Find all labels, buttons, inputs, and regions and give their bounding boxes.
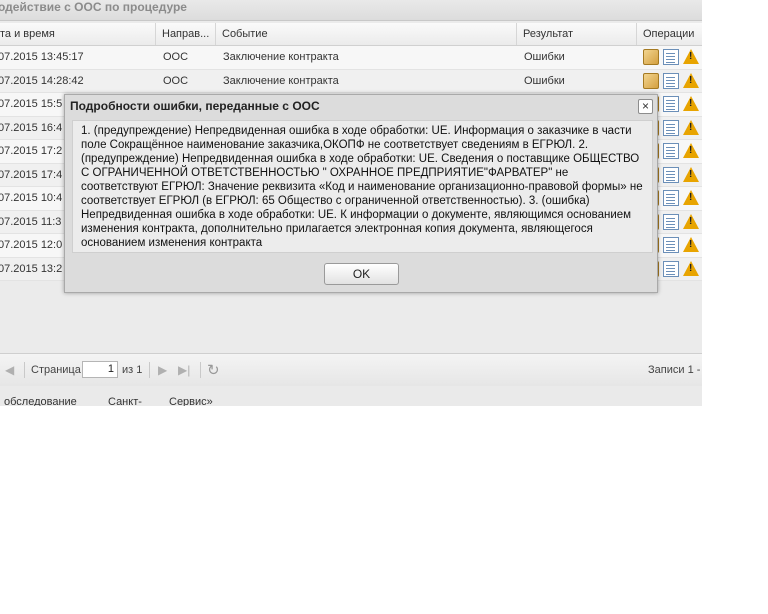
document-icon[interactable]	[663, 49, 679, 65]
refresh-icon[interactable]: ↻	[207, 361, 220, 379]
column-result[interactable]: Результат	[517, 23, 637, 45]
previous-page-icon[interactable]: ◀	[5, 363, 14, 377]
document-icon[interactable]	[663, 96, 679, 112]
cell-datetime: 07.2015 14:28:42	[0, 74, 84, 87]
warning-icon[interactable]	[683, 119, 699, 135]
column-operations[interactable]: Операции	[637, 23, 702, 45]
cell-result: Ошибки	[524, 74, 565, 87]
error-details-dialog: Подробности ошибки, переданные с ООС × 1…	[64, 94, 658, 293]
cell-datetime: 07.2015 15:5	[0, 98, 63, 110]
document-icon[interactable]	[663, 237, 679, 253]
page-label: Страница	[31, 364, 81, 376]
warning-icon[interactable]	[683, 49, 699, 64]
pager-toolbar: ◀ Страница 1 из 1 ▶ ▶| ↻ Записи 1 -	[0, 353, 702, 387]
warning-icon[interactable]	[683, 260, 699, 276]
cell-datetime: 07.2015 10:4	[0, 192, 63, 204]
table-row[interactable]: 07.2015 14:28:42 ООС Заключение контракта О…	[0, 69, 702, 93]
warning-icon[interactable]	[683, 237, 699, 252]
cell-direction: ООС	[163, 51, 189, 63]
panel-title: одействие с ООС по процедуре	[0, 0, 702, 21]
warning-icon[interactable]	[683, 166, 699, 182]
cell-event: Заключение контракта	[223, 74, 339, 87]
cell-result: Ошибки	[524, 51, 565, 63]
cell-datetime: 07.2015 16:4	[0, 121, 63, 134]
records-label: Записи 1 -	[648, 364, 701, 376]
warning-icon[interactable]	[683, 190, 699, 205]
cell-datetime: 07.2015 17:4	[0, 168, 63, 181]
fragment-text: обследование	[4, 396, 77, 406]
grid-header: та и время Направ... Событие Результат О…	[0, 23, 702, 46]
document-icon[interactable]	[663, 260, 679, 277]
pager-separator	[200, 362, 201, 378]
ok-button[interactable]: OK	[324, 263, 399, 285]
next-page-icon[interactable]: ▶	[158, 363, 167, 377]
column-event[interactable]: Событие	[216, 23, 517, 45]
row-operations	[643, 72, 702, 89]
table-row[interactable]: 07.2015 13:45:17 ООС Заключение контракта О…	[0, 46, 702, 70]
error-message: 1. (предупреждение) Непредвиденная ошибк…	[72, 120, 653, 253]
close-icon[interactable]: ×	[638, 99, 653, 114]
pager-separator	[149, 362, 150, 378]
pager-separator	[24, 362, 25, 378]
cell-direction: ООС	[163, 74, 189, 87]
document-icon[interactable]	[663, 190, 679, 206]
dialog-title: Подробности ошибки, переданные с ООС	[70, 99, 320, 113]
page-number-input[interactable]: 1	[82, 361, 118, 378]
document-icon[interactable]	[663, 213, 679, 230]
document-icon[interactable]	[663, 119, 679, 136]
column-direction[interactable]: Направ...	[156, 23, 216, 45]
row-operations	[643, 49, 702, 65]
document-icon[interactable]	[663, 72, 679, 89]
package-icon[interactable]	[643, 49, 659, 65]
document-icon[interactable]	[663, 166, 679, 183]
package-icon[interactable]	[643, 72, 659, 89]
fragment-text: Санкт-	[108, 396, 142, 406]
cell-event: Заключение контракта	[223, 51, 339, 63]
warning-icon[interactable]	[683, 213, 699, 229]
cell-datetime: 07.2015 11:3	[0, 215, 62, 228]
last-page-icon[interactable]: ▶|	[178, 363, 190, 377]
cell-datetime: 07.2015 13:2	[0, 262, 63, 275]
warning-icon[interactable]	[683, 72, 699, 88]
warning-icon[interactable]	[683, 96, 699, 111]
panel-title-text: одействие с ООС по процедуре	[0, 0, 187, 14]
warning-icon[interactable]	[683, 143, 699, 158]
underlying-grid-fragment: обследование Санкт- Сервис»	[0, 386, 702, 406]
document-icon[interactable]	[663, 143, 679, 159]
fragment-text: Сервис»	[169, 396, 213, 406]
page-count-label: из 1	[122, 364, 143, 376]
cell-datetime: 07.2015 17:2	[0, 145, 63, 157]
cell-datetime: 07.2015 12:0	[0, 239, 63, 251]
column-datetime[interactable]: та и время	[0, 23, 156, 45]
cell-datetime: 07.2015 13:45:17	[0, 51, 84, 63]
